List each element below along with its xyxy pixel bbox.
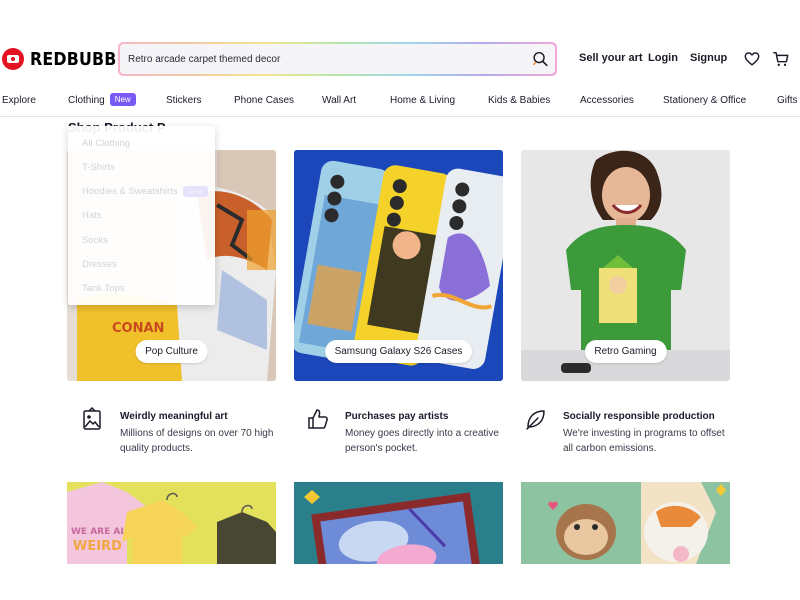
nav-gifts[interactable]: Gifts — [777, 95, 798, 106]
cart-icon[interactable] — [772, 50, 790, 68]
bottom-card-stickers[interactable] — [521, 482, 730, 564]
dropdown-item-hats[interactable]: Hats — [82, 210, 102, 221]
dropdown-item-t-shirts[interactable]: T-Shirts — [82, 162, 115, 173]
leaf-icon — [526, 410, 545, 430]
new-badge: New — [109, 93, 136, 106]
dropdown-item-hoodies-label: Hoodies & Sweatshirts — [82, 186, 178, 197]
conan-shirt-text: CONAN — [112, 321, 164, 336]
shirt-print-text-1: WE ARE ALL — [71, 527, 132, 537]
feature-text: Money goes directly into a creative pers… — [345, 428, 499, 454]
sell-your-art-link[interactable]: Sell your art — [579, 52, 643, 64]
bottom-card-shirts[interactable]: WE ARE ALL WEIRD — [67, 482, 276, 564]
bottom-card-wall-art[interactable] — [294, 482, 503, 564]
feature-text: Millions of designs on over 70 high qual… — [120, 428, 274, 454]
nav-wall-art[interactable]: Wall Art — [322, 95, 356, 106]
nav-phone-cases[interactable]: Phone Cases — [234, 95, 294, 106]
wall-art-image — [294, 482, 503, 564]
dropdown-item-hoodies[interactable]: Hoodies & Sweatshirts New — [82, 186, 208, 197]
artwork-icon — [83, 407, 101, 430]
thumbs-up-icon — [308, 409, 328, 429]
nav-stationery-office[interactable]: Stationery & Office — [663, 95, 746, 106]
card-label: Samsung Galaxy S26 Cases — [324, 340, 473, 363]
feature-text: We're investing in programs to offset al… — [563, 428, 725, 454]
signup-link[interactable]: Signup — [690, 52, 727, 64]
nav-clothing[interactable]: Clothing New — [68, 93, 136, 106]
card-label: Pop Culture — [135, 340, 208, 363]
nav-accessories[interactable]: Accessories — [580, 95, 634, 106]
category-nav: Explore Clothing New Stickers Phone Cases… — [0, 90, 800, 112]
search-bar — [118, 42, 557, 76]
feature-title: Purchases pay artists — [345, 411, 449, 422]
shirts-image: WE ARE ALL WEIRD — [67, 482, 276, 564]
login-link[interactable]: Login — [648, 52, 678, 64]
dropdown-item-dresses[interactable]: Dresses — [82, 259, 117, 270]
dropdown-item-socks[interactable]: Socks — [82, 235, 108, 246]
new-badge: New — [182, 186, 208, 197]
redbubble-logo-icon — [2, 48, 24, 70]
search-icon[interactable] — [531, 50, 549, 68]
nav-divider — [0, 116, 800, 117]
dropdown-item-tank-tops[interactable]: Tank Tops — [82, 283, 125, 294]
site-header: REDBUBBLE Sell your art Login Signup — [0, 40, 800, 80]
nav-stickers[interactable]: Stickers — [166, 95, 202, 106]
nav-home-living[interactable]: Home & Living — [390, 95, 455, 106]
nav-clothing-label: Clothing — [68, 95, 105, 106]
shirt-print-text-2: WEIRD — [73, 539, 122, 554]
category-card-samsung-cases[interactable]: Samsung Galaxy S26 Cases — [294, 150, 503, 381]
clothing-dropdown-menu: All Clothing T-Shirts Hoodies & Sweatshi… — [68, 126, 215, 305]
card-label: Retro Gaming — [584, 340, 667, 363]
stickers-image — [521, 482, 730, 564]
nav-kids-babies[interactable]: Kids & Babies — [488, 95, 550, 106]
feature-title: Weirdly meaningful art — [120, 411, 228, 422]
heart-icon[interactable] — [743, 50, 761, 68]
nav-explore[interactable]: Explore — [2, 95, 36, 106]
category-card-retro-gaming[interactable]: Retro Gaming — [521, 150, 730, 381]
feature-title: Socially responsible production — [563, 411, 715, 422]
search-input[interactable] — [128, 44, 518, 74]
dropdown-item-all-clothing[interactable]: All Clothing — [82, 138, 130, 149]
